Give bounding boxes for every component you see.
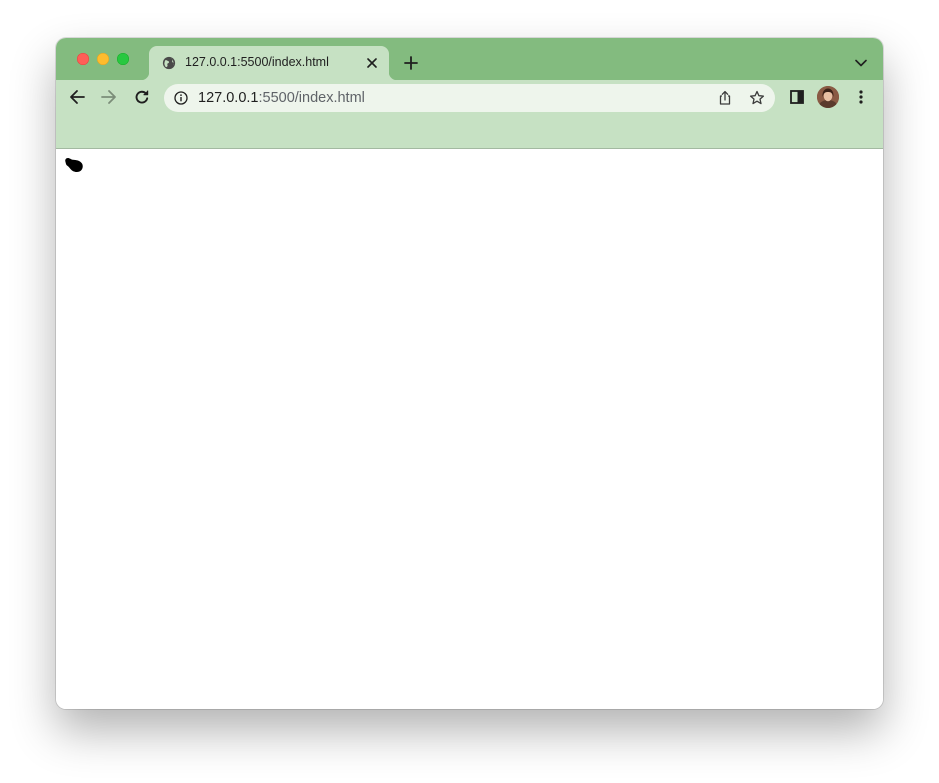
side-panel-button[interactable] xyxy=(787,87,807,107)
more-menu-icon xyxy=(859,90,863,104)
close-icon xyxy=(367,58,377,68)
window-minimize-button[interactable] xyxy=(97,53,109,65)
browser-window: 127.0.0.1:5500/index.html 127.0.0.1:5500… xyxy=(56,38,883,709)
back-arrow-icon xyxy=(70,90,85,104)
url-text[interactable]: 127.0.0.1:5500/index.html xyxy=(198,90,365,106)
back-button[interactable] xyxy=(67,87,87,107)
black-blob xyxy=(65,158,83,173)
window-close-button[interactable] xyxy=(77,53,89,65)
tab-active[interactable]: 127.0.0.1:5500/index.html xyxy=(141,46,397,80)
new-tab-button[interactable] xyxy=(401,53,421,73)
reload-button[interactable] xyxy=(132,87,152,107)
toolbar: 127.0.0.1:5500/index.html xyxy=(56,80,883,114)
forward-button[interactable] xyxy=(99,87,119,107)
url-path: :5500/index.html xyxy=(258,90,365,106)
window-maximize-button[interactable] xyxy=(117,53,129,65)
address-bar[interactable]: 127.0.0.1:5500/index.html xyxy=(164,84,775,112)
globe-icon xyxy=(162,56,176,70)
bookmarks-bar xyxy=(56,114,883,149)
side-panel-icon xyxy=(790,90,804,104)
more-menu-button[interactable] xyxy=(851,87,871,107)
tab-close-button[interactable] xyxy=(364,55,380,71)
reload-icon xyxy=(135,90,149,104)
profile-avatar[interactable] xyxy=(817,86,839,108)
plus-icon xyxy=(404,56,418,70)
url-host: 127.0.0.1 xyxy=(198,90,259,106)
profile-photo xyxy=(817,86,839,108)
tab-search-button[interactable] xyxy=(853,55,869,71)
star-icon[interactable] xyxy=(749,90,765,106)
share-icon[interactable] xyxy=(717,90,733,106)
info-icon[interactable] xyxy=(174,91,188,105)
tab-strip: 127.0.0.1:5500/index.html xyxy=(56,38,883,80)
chevron-down-icon xyxy=(855,59,867,67)
tab-title: 127.0.0.1:5500/index.html xyxy=(185,55,329,69)
forward-arrow-icon xyxy=(101,90,116,104)
page-viewport xyxy=(56,149,883,709)
